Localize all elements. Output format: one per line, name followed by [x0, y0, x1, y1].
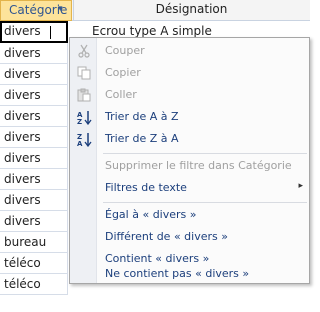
cell-text: divers	[4, 214, 41, 228]
designation-text: Ecrou type A simple	[92, 24, 212, 37]
menu-item-label: Couper	[105, 44, 145, 57]
filter-dropdown-icon[interactable]: ▾	[58, 4, 63, 14]
cell-text: divers	[4, 46, 41, 60]
table-row[interactable]: divers	[0, 64, 68, 85]
menu-item-label: Égal à « divers »	[105, 208, 197, 221]
table-row[interactable]: divers	[0, 169, 68, 190]
scissors-icon	[76, 44, 92, 59]
menu-item-not-contains[interactable]: Ne contient pas « divers »	[70, 264, 309, 285]
menu-item-label: Trier de Z à A	[105, 132, 179, 145]
menu-item-sort-za[interactable]: ZA Trier de Z à A	[70, 129, 309, 150]
table-row[interactable]: divers	[0, 190, 68, 211]
table-row[interactable]: téléco	[0, 253, 68, 274]
designation-cell[interactable]: Ecrou type A simple	[74, 21, 310, 37]
menu-item-sort-az[interactable]: AZ Trier de A à Z	[70, 107, 309, 128]
table-row[interactable]: bureau	[0, 232, 68, 253]
menu-item-equals[interactable]: Égal à « divers »	[70, 205, 309, 226]
text-cursor	[50, 26, 51, 39]
table-row[interactable]: divers	[0, 106, 68, 127]
menu-item-label: Filtres de texte	[105, 181, 187, 194]
cell-text: divers	[4, 172, 41, 186]
cell-text: divers	[4, 130, 41, 144]
cell-text: téléco	[4, 277, 41, 291]
cell-text: divers	[4, 151, 41, 165]
submenu-arrow-icon: ▸	[298, 181, 303, 191]
cell-text: divers	[4, 109, 41, 123]
cell-text: divers	[4, 88, 41, 102]
cell-text: divers	[4, 24, 41, 38]
menu-item-text-filters[interactable]: Filtres de texte ▸	[70, 178, 309, 199]
table-row[interactable]: divers	[0, 85, 68, 106]
svg-text:A: A	[77, 140, 83, 147]
menu-separator	[103, 202, 307, 203]
svg-text:Z: Z	[77, 118, 82, 125]
cell-text: téléco	[4, 256, 41, 270]
menu-item-label: Supprimer le filtre dans Catégorie	[105, 159, 292, 172]
category-column-header[interactable]: Catégorie ▾	[0, 0, 72, 21]
column-header-bar: Catégorie ▾ Désignation	[0, 0, 310, 21]
active-cell[interactable]: divers	[0, 21, 68, 43]
cell-text: bureau	[4, 235, 47, 249]
menu-item-label: Différent de « divers »	[105, 230, 228, 243]
context-menu: Couper Copier Coller AZ Trier de A à Z Z…	[69, 37, 310, 284]
menu-item-label: Copier	[105, 66, 141, 79]
table-row[interactable]: téléco	[0, 274, 68, 295]
menu-item-cut[interactable]: Couper	[70, 41, 309, 62]
menu-item-label: Ne contient pas « divers »	[105, 267, 250, 280]
menu-item-label: Trier de A à Z	[105, 110, 179, 123]
sort-descending-icon: ZA	[76, 132, 92, 148]
designation-column-header[interactable]: Désignation	[73, 2, 310, 16]
cell-text: divers	[4, 67, 41, 81]
menu-item-paste[interactable]: Coller	[70, 85, 309, 106]
sort-ascending-icon: AZ	[76, 110, 92, 126]
paste-icon	[76, 88, 92, 103]
menu-item-copy[interactable]: Copier	[70, 63, 309, 84]
table-row[interactable]: divers	[0, 43, 68, 64]
menu-separator	[103, 153, 307, 154]
menu-item-clear-filter[interactable]: Supprimer le filtre dans Catégorie	[70, 156, 309, 177]
table-row[interactable]: divers	[0, 148, 68, 169]
table-row[interactable]: divers	[0, 211, 68, 232]
table-row[interactable]: divers	[0, 127, 68, 148]
cell-text: divers	[4, 193, 41, 207]
copy-icon	[76, 66, 92, 81]
menu-item-label: Coller	[105, 88, 137, 101]
menu-item-not-equals[interactable]: Différent de « divers »	[70, 227, 309, 248]
